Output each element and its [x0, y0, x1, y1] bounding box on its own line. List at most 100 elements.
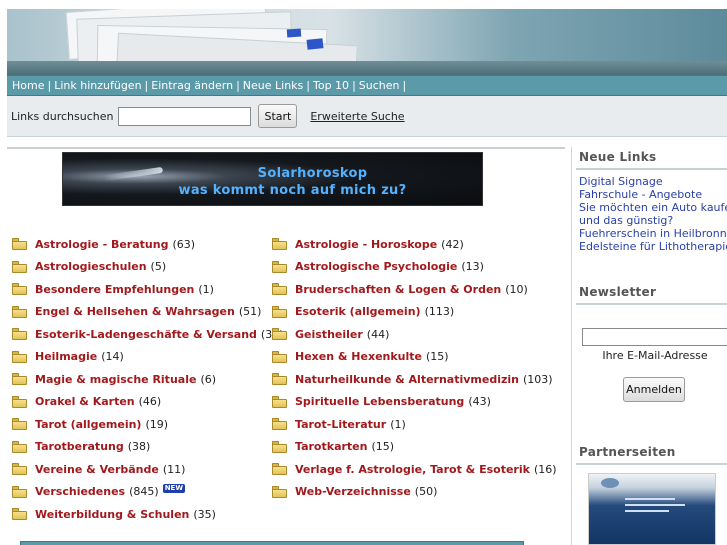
- category-count: (51): [238, 305, 262, 318]
- category-link[interactable]: Hexen & Hexenkulte: [295, 350, 422, 363]
- search-input[interactable]: [118, 106, 252, 126]
- nav-add-link[interactable]: Link hinzufügen: [52, 79, 143, 92]
- folder-icon: [272, 373, 287, 385]
- new-link-item[interactable]: Digital Signage: [579, 176, 663, 188]
- category-item: Vereine & Verbände (11): [12, 461, 185, 477]
- category-item: Naturheilkunde & Alternativmedizin (103): [272, 371, 553, 387]
- category-item: Tarotberatung (38): [12, 439, 150, 455]
- folder-icon: [12, 485, 27, 498]
- nav-edit-entry[interactable]: Eintrag ändern: [149, 79, 235, 92]
- category-count: (1): [198, 282, 214, 296]
- folder-icon: [12, 283, 27, 295]
- newsletter-email-input[interactable]: [582, 328, 727, 346]
- category-item: Esoterik (allgemein) (113): [272, 304, 454, 320]
- category-item: Spirituelle Lebensberatung (43): [272, 394, 491, 410]
- sidebar: Neue Links Digital Signage Fahrschule - …: [571, 147, 727, 545]
- category-item: Bruderschaften & Logen & Orden (10): [272, 281, 528, 297]
- category-item: Engel & Hellsehen & Wahrsagen (51): [12, 304, 261, 320]
- partner-logo-icon: [601, 478, 619, 488]
- category-count: (103): [523, 372, 553, 386]
- nav-search[interactable]: Suchen: [357, 79, 402, 92]
- folder-icon: [12, 350, 27, 363]
- search-start-button[interactable]: Start: [258, 104, 298, 128]
- new-link-item[interactable]: und das günstig?: [579, 215, 673, 227]
- category-item: Besondere Empfehlungen (1): [12, 281, 214, 297]
- category-link[interactable]: Bruderschaften & Logen & Orden: [295, 283, 501, 296]
- category-link[interactable]: Weiterbildung & Schulen: [35, 508, 189, 521]
- category-link[interactable]: Naturheilkunde & Alternativmedizin: [295, 373, 519, 386]
- header-banner: [7, 9, 727, 75]
- category-link[interactable]: Geistheiler: [295, 328, 363, 341]
- category-link[interactable]: Vereine & Verbände: [35, 463, 159, 476]
- category-item: Astrologische Psychologie (13): [272, 259, 484, 275]
- new-links-heading: Neue Links: [579, 150, 657, 164]
- category-link[interactable]: Verlage f. Astrologie, Tarot & Esoterik: [295, 463, 530, 476]
- category-item: Orakel & Karten (46): [12, 394, 161, 410]
- folder-icon: [12, 463, 27, 475]
- category-item: Magie & magische Rituale (6): [12, 371, 216, 387]
- category-count: (63): [172, 237, 196, 251]
- category-count: (6): [200, 372, 217, 386]
- category-link[interactable]: Tarotberatung: [35, 440, 124, 453]
- category-count: (50): [414, 485, 438, 498]
- folder-icon: [272, 305, 287, 318]
- category-link[interactable]: Tarot-Literatur: [295, 418, 386, 431]
- category-link[interactable]: Tarot (allgemein): [35, 418, 141, 431]
- folder-icon: [272, 395, 287, 408]
- category-link[interactable]: Tarotkarten: [295, 440, 367, 453]
- search-label: Links durchsuchen: [11, 109, 114, 123]
- folder-icon: [272, 328, 287, 340]
- new-link-item[interactable]: Fahrschule - Angebote: [579, 189, 702, 201]
- category-link[interactable]: Verschiedenes: [35, 485, 125, 498]
- category-count: (1): [390, 417, 406, 431]
- folder-icon: [272, 485, 287, 498]
- category-panel: Solarhoroskop was kommt noch auf mich zu…: [7, 147, 565, 545]
- new-badge: NEW: [162, 484, 186, 493]
- category-link[interactable]: Astrologie - Horoskope: [295, 238, 437, 251]
- category-link[interactable]: Astrologie - Beratung: [35, 238, 168, 251]
- new-link-item[interactable]: Edelsteine für Lithotherapie: [579, 241, 727, 253]
- category-link[interactable]: Heilmagie: [35, 350, 97, 363]
- nav-home[interactable]: Home: [10, 79, 46, 92]
- advanced-search-link[interactable]: Erweiterte Suche: [310, 110, 404, 123]
- folder-icon: [272, 463, 287, 475]
- category-link[interactable]: Esoterik-Ladengeschäfte & Versand: [35, 328, 257, 341]
- category-count: (10): [505, 282, 528, 296]
- category-link[interactable]: Besondere Empfehlungen: [35, 283, 194, 296]
- category-count: (44): [366, 327, 390, 341]
- category-link[interactable]: Esoterik (allgemein): [295, 305, 421, 318]
- folder-icon: [12, 238, 27, 250]
- category-count: (13): [461, 260, 484, 273]
- category-link[interactable]: Magie & magische Rituale: [35, 373, 196, 386]
- category-item: Astrologieschulen (5): [12, 259, 166, 275]
- nav-top-10[interactable]: Top 10: [311, 79, 351, 92]
- new-link-item[interactable]: Sie möchten ein Auto kaufen: [579, 202, 727, 214]
- ad-banner[interactable]: Solarhoroskop was kommt noch auf mich zu…: [62, 152, 483, 206]
- partner-banner-image[interactable]: [588, 473, 716, 545]
- new-link-item[interactable]: Fuehrerschein in Heilbronn: [579, 228, 727, 240]
- folder-icon: [12, 305, 27, 318]
- bottom-box-header: [20, 541, 524, 545]
- divider: [576, 168, 727, 170]
- category-link[interactable]: Astrologische Psychologie: [295, 260, 457, 273]
- category-link[interactable]: Engel & Hellsehen & Wahrsagen: [35, 305, 235, 318]
- search-bar: Links durchsuchen Start Erweiterte Suche: [7, 96, 727, 137]
- nav-new-links[interactable]: Neue Links: [241, 79, 306, 92]
- category-link[interactable]: Web-Verzeichnisse: [295, 485, 411, 498]
- newsletter-heading: Newsletter: [579, 285, 657, 299]
- category-count: (5): [150, 260, 167, 273]
- newsletter-subscribe-button[interactable]: Anmelden: [623, 377, 685, 402]
- category-link[interactable]: Spirituelle Lebensberatung: [295, 395, 464, 408]
- folder-icon: [272, 440, 287, 453]
- category-item: Verschiedenes (845) NEW: [12, 484, 186, 500]
- folder-icon: [272, 350, 287, 363]
- category-count: (46): [138, 395, 162, 408]
- category-link[interactable]: Astrologieschulen: [35, 260, 147, 273]
- divider: [576, 303, 727, 305]
- category-count: (16): [533, 462, 557, 476]
- folder-icon: [12, 328, 27, 340]
- category-link[interactable]: Orakel & Karten: [35, 395, 135, 408]
- folder-icon: [12, 508, 27, 520]
- category-count: (42): [441, 237, 464, 251]
- category-item: Tarotkarten (15): [272, 439, 394, 455]
